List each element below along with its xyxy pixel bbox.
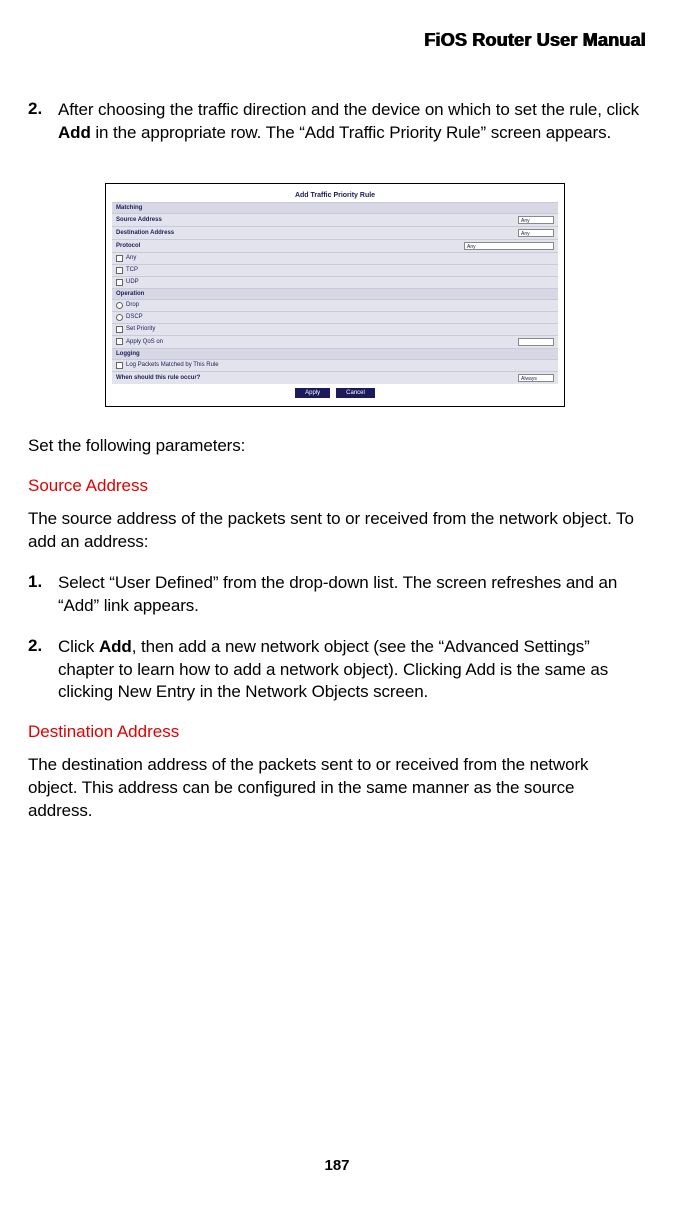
source-address-heading: Source Address — [28, 476, 642, 496]
ss-opt-priority: Set Priority — [126, 326, 155, 332]
src-step1-text: Select “User Defined” from the drop-down… — [58, 572, 642, 618]
ss-opt-log: Log Packets Matched by This Rule — [126, 362, 219, 368]
step-text: After choosing the traffic direction and… — [58, 99, 642, 145]
ss-chk-udp[interactable] — [116, 279, 123, 286]
src-step-1: 1. Select “User Defined” from the drop-d… — [28, 572, 642, 618]
src-step2-before: Click — [58, 637, 99, 656]
screenshot-title: Add Traffic Priority Rule — [112, 190, 558, 202]
set-params-text: Set the following parameters: — [28, 435, 642, 458]
src-step1-num: 1. — [28, 572, 58, 618]
ss-select-when[interactable]: Always — [518, 374, 554, 382]
destination-address-para: The destination address of the packets s… — [28, 754, 642, 823]
ss-opt-any: Any — [126, 255, 136, 261]
destination-address-heading: Destination Address — [28, 722, 642, 742]
header-title: FiOS Router User Manual — [28, 30, 646, 51]
ss-opt-txqueue: Apply QoS on — [126, 339, 163, 345]
ss-select-source[interactable]: Any — [518, 216, 554, 224]
ss-radio-drop[interactable] — [116, 302, 123, 309]
src-step-2: 2. Click Add, then add a new network obj… — [28, 636, 642, 705]
ss-row-logging: Logging — [116, 351, 140, 357]
body-content: 2. After choosing the traffic direction … — [28, 99, 646, 823]
ss-chk-txqueue[interactable] — [116, 338, 123, 345]
src-step2-num: 2. — [28, 636, 58, 705]
page-number: 187 — [0, 1157, 674, 1174]
ss-chk-log[interactable] — [116, 362, 123, 369]
ss-opt-dscp: DSCP — [126, 314, 143, 320]
apply-button[interactable]: Apply — [295, 388, 330, 398]
cancel-button[interactable]: Cancel — [336, 388, 375, 398]
ss-row-source: Source Address — [116, 217, 162, 223]
ss-row-operation: Operation — [116, 291, 144, 297]
step2-bold: Add — [58, 123, 91, 142]
step-2: 2. After choosing the traffic direction … — [28, 99, 642, 145]
embedded-screenshot: Add Traffic Priority Rule Matching Sourc… — [105, 183, 565, 407]
ss-row-when: When should this rule occur? — [116, 375, 200, 381]
ss-select-protocol[interactable]: Any — [464, 242, 554, 250]
ss-radio-dscp[interactable] — [116, 314, 123, 321]
ss-select-dest[interactable]: Any — [518, 229, 554, 237]
src-step2-after: , then add a new network object (see the… — [58, 637, 608, 702]
src-step2-text: Click Add, then add a new network object… — [58, 636, 642, 705]
step2-before: After choosing the traffic direction and… — [58, 100, 639, 119]
ss-opt-tcp: TCP — [126, 267, 138, 273]
ss-chk-any[interactable] — [116, 255, 123, 262]
ss-select-txqueue[interactable] — [518, 338, 554, 346]
ss-row-matching: Matching — [116, 205, 142, 211]
ss-row-protocol: Protocol — [116, 243, 140, 249]
source-address-para: The source address of the packets sent t… — [28, 508, 642, 554]
ss-chk-tcp[interactable] — [116, 267, 123, 274]
ss-opt-udp: UDP — [126, 279, 139, 285]
ss-row-dest: Destination Address — [116, 230, 174, 236]
src-step2-bold: Add — [99, 637, 132, 656]
ss-chk-priority[interactable] — [116, 326, 123, 333]
step2-after: in the appropriate row. The “Add Traffic… — [91, 123, 611, 142]
ss-opt-drop: Drop — [126, 302, 139, 308]
step-number: 2. — [28, 99, 58, 145]
